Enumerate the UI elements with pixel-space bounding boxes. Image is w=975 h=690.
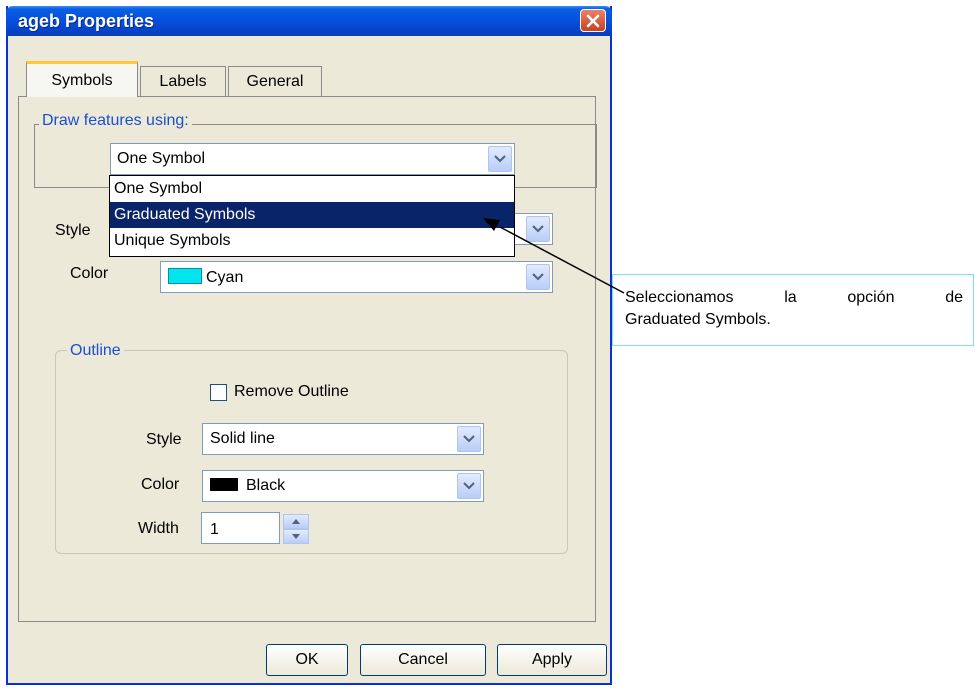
callout-arrow bbox=[483, 218, 625, 294]
